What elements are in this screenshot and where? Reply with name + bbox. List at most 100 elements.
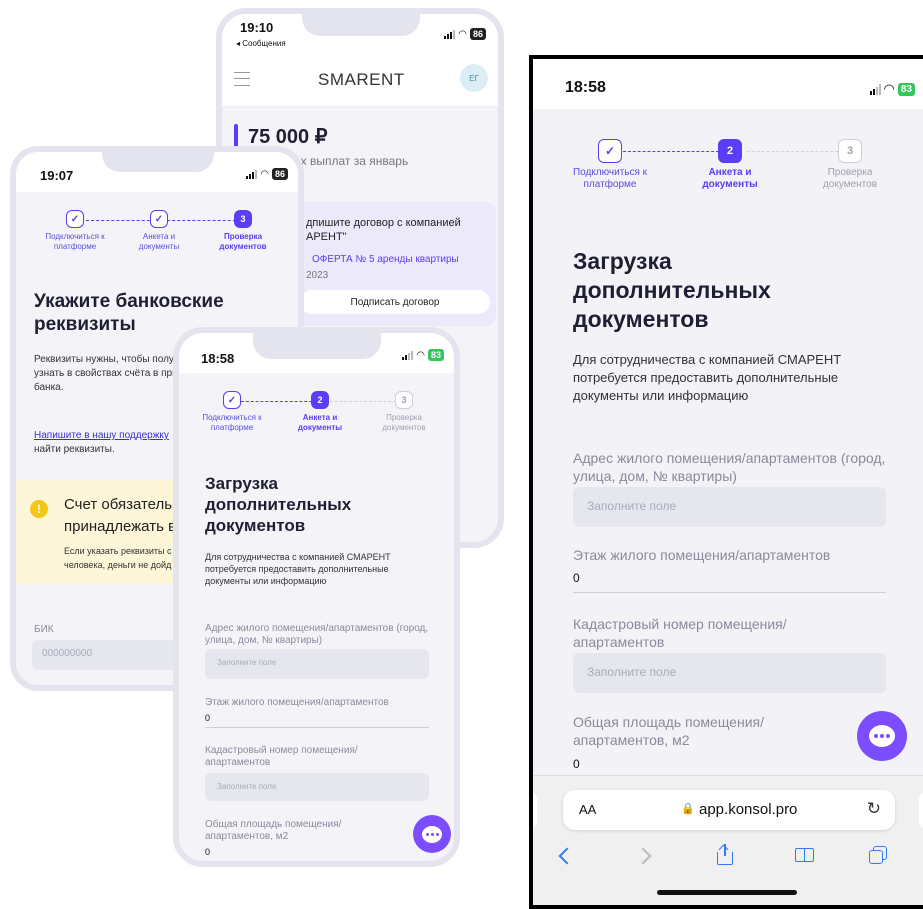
battery-icon: 86 [469,28,486,40]
page-title: Загрузка дополнительных документов [205,474,352,535]
phone-upload-small: 18:58 ◠ 83 ✓ Подключиться к платформе 2 … [173,327,460,867]
warning-text: Если указать реквизиты с [64,546,172,556]
support-text: найти реквизиты. [34,444,115,455]
notch [253,333,381,359]
cadastral-input[interactable]: Заполните поле [205,773,429,801]
forward-icon[interactable] [634,847,652,865]
cadastral-label: Кадастровый номер помещения/ апартаменто… [205,745,358,768]
check-icon: ✓ [223,391,241,409]
floor-value[interactable]: 0 [205,713,210,723]
floor-label: Этаж жилого помещения/апартаментов [573,547,831,563]
floor-label: Этаж жилого помещения/апартаментов [205,697,389,708]
avatar[interactable]: ЕГ [460,64,488,92]
address-input[interactable]: Заполните поле [573,487,886,527]
check-icon: ✓ [598,139,622,163]
clock: 18:58 [201,351,235,366]
status-icons: ◠ 83 [402,349,444,361]
step-number: 3 [838,139,862,163]
next-tab-edge [919,790,923,830]
text-size-button[interactable]: AA [579,802,596,817]
home-indicator [657,890,797,895]
intro-line: банка. [34,382,64,393]
area-label: Общая площадь помещения/ апартаментов, м… [205,819,342,842]
chat-button[interactable] [413,815,451,853]
phone-upload-large: 18:58 ◠ 83 ✓ Подключиться к платформе 2 … [529,55,923,909]
status-bar: 19:07 ◠ 86 [16,152,298,192]
status-bar: 18:58 ◠ 83 [179,333,454,373]
check-icon: ✓ [150,210,168,228]
prev-tab-edge [533,790,537,830]
step-number: 2 [718,139,742,163]
warning-icon: ! [30,500,48,518]
step-profile: ✓ Анкета и документы [124,210,194,252]
back-icon[interactable] [558,847,576,865]
warning-title: принадлежать ва [64,518,185,535]
step-profile: 2 Анкета и документы [685,139,775,191]
reload-icon[interactable]: ↻ [867,799,881,819]
clock: 19:10 [240,20,274,35]
brand-logo: SMARENT [318,70,405,89]
back-to-messages-link[interactable]: ◂ Сообщения [236,39,286,48]
area-value[interactable]: 0 [205,847,210,857]
step-verify: 3 Проверка документов [208,210,278,252]
step-connect: ✓ Подключиться к платформе [40,210,110,252]
screen: 18:58 ◠ 83 ✓ Подключиться к платформе 2 … [533,59,923,905]
offer-year: 2023 [306,270,329,281]
url-text[interactable]: app.konsol.pro [699,801,797,818]
signal-icon [869,83,881,95]
tabs-icon[interactable] [869,846,887,864]
step-verify: 3 Проверка документов [369,391,439,433]
app-header: SMARENT ЕГ [222,58,498,107]
area-value[interactable]: 0 [573,757,580,771]
clock: 18:58 [565,79,606,96]
wifi-icon: ◠ [416,349,425,361]
chat-icon [869,725,895,747]
offer-link[interactable]: ОФЕРТА № 5 аренды квартиры [312,254,459,265]
status-bar: 19:10 ◂ Сообщения ◠ 86 [222,14,498,58]
warning-title: Счет обязательно [64,496,189,513]
browser-toolbar: AA 🔒 app.konsol.pro ↻ [533,775,923,905]
support-link[interactable]: Напишите в нашу поддержку [34,430,169,441]
cadastral-label: Кадастровый номер помещения/ апартаменто… [573,616,787,650]
share-icon[interactable] [717,844,733,865]
signal-icon [246,169,258,179]
wifi-icon: ◠ [260,168,269,180]
battery-icon: 83 [897,82,915,96]
intro-line: узнать в свойствах счёта в при [34,368,178,379]
sign-contract-label: Подписать договор [350,296,440,308]
wifi-icon: ◠ [883,81,895,96]
address-input[interactable]: Заполните поле [205,649,429,679]
chat-button[interactable] [857,711,907,761]
address-label: Адрес жилого помещения/апартаментов (гор… [205,623,429,646]
status-icons: ◠ 86 [444,28,486,40]
intro-line: Реквизиты нужны, чтобы полу [34,354,174,365]
notch [302,14,420,36]
step-connect: ✓ Подключиться к платформе [197,391,267,433]
step-number: 3 [395,391,413,409]
step-connect: ✓ Подключиться к платформе [565,139,655,191]
check-icon: ✓ [66,210,84,228]
floor-value[interactable]: 0 [573,571,580,585]
warning-text: человека, деньги не дойд [64,560,172,570]
status-icons: ◠ 83 [869,81,915,97]
signal-icon [444,29,456,39]
status-bar: 18:58 ◠ 83 [533,59,923,109]
battery-icon: 83 [427,349,444,361]
sign-contract-button[interactable]: Подписать договор [300,290,490,314]
clock: 19:07 [40,168,74,183]
address-bar[interactable]: AA 🔒 app.konsol.pro ↻ [563,790,895,830]
offer-title: дпишите договор с компанией АРЕНТ" [306,217,461,243]
step-profile: 2 Анкета и документы [285,391,355,433]
address-label: Адрес жилого помещения/апартаментов (гор… [573,450,886,484]
menu-icon[interactable] [234,72,250,86]
chat-icon [422,825,442,843]
area-label: Общая площадь помещения/ апартаментов, м… [573,714,764,748]
signal-icon [402,350,414,360]
lock-icon: 🔒 [681,803,695,815]
step-number: 2 [311,391,329,409]
floor-underline [573,592,886,593]
bookmarks-icon[interactable] [795,848,815,862]
page-description: Для сотрудничества с компанией СМАРЕНТ п… [205,552,391,586]
cadastral-input[interactable]: Заполните поле [573,653,886,693]
page-description: Для сотрудничества с компанией СМАРЕНТ п… [573,352,842,403]
